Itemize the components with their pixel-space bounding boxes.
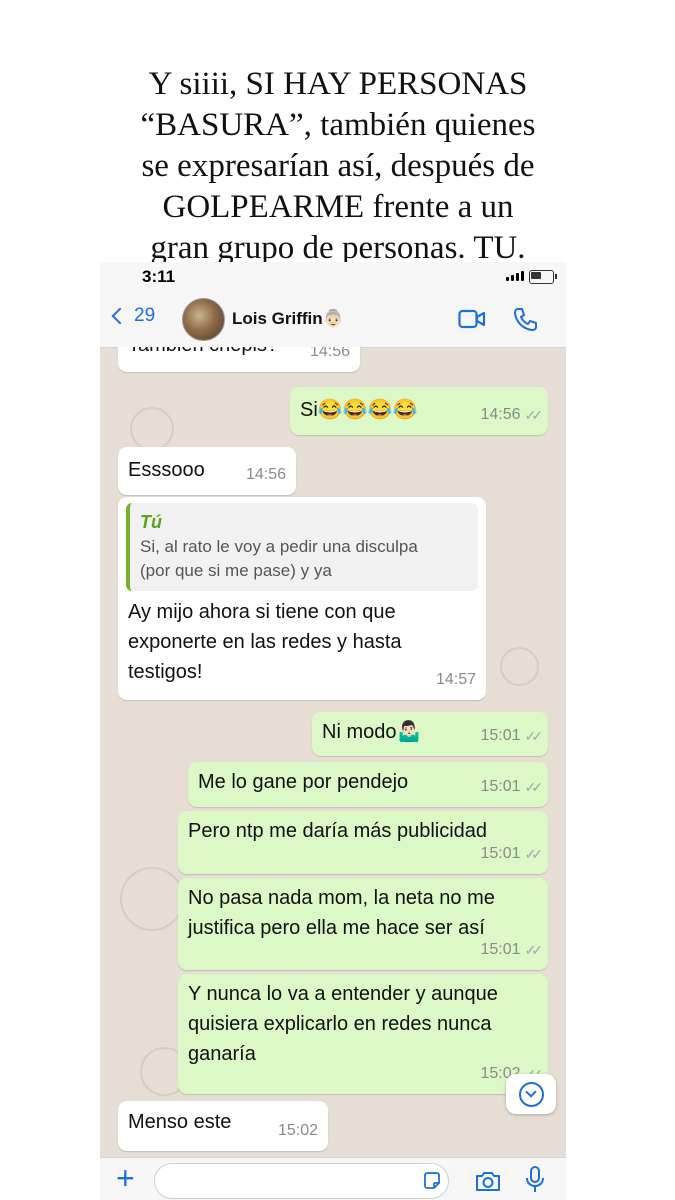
- message-time: 15:01: [480, 845, 521, 862]
- message-line: Y nunca lo va a entender y aunque: [188, 983, 498, 1005]
- compose-bar: +: [100, 1157, 566, 1200]
- caption-line: se expresarían así, después de: [141, 148, 535, 184]
- scroll-down-icon: [519, 1082, 544, 1107]
- signal-icon: [506, 271, 524, 281]
- message-time: 14:56: [309, 347, 350, 360]
- message-line: quisiera explicarlo en redes nunca: [188, 1013, 492, 1035]
- story-caption: Y siiii, SI HAY PERSONAS “BASURA”, tambi…: [110, 62, 566, 267]
- incoming-message[interactable]: Menso este 15:02: [118, 1101, 328, 1151]
- message-meta: 15:01 ✓✓: [480, 839, 544, 869]
- message-text: También chepis?: [128, 347, 278, 356]
- caption-line: GOLPEARME frente a un: [162, 189, 514, 225]
- message-meta: 15:01 ✓✓: [480, 772, 544, 802]
- scroll-to-bottom-button[interactable]: [506, 1074, 556, 1114]
- message-time: 15:01: [480, 727, 521, 744]
- video-call-icon[interactable]: [458, 309, 486, 329]
- outgoing-message[interactable]: Me lo gane por pendejo 15:01 ✓✓: [188, 762, 548, 807]
- status-bar: 3:11: [100, 262, 566, 292]
- message-text: Si😂😂😂😂: [300, 399, 418, 421]
- phone-call-icon[interactable]: [512, 306, 538, 332]
- message-text: Ni modo🤷🏻‍♂️: [322, 721, 422, 743]
- read-ticks-icon: ✓✓: [524, 942, 544, 958]
- outgoing-message[interactable]: Y nunca lo va a entender y aunque quisie…: [178, 974, 548, 1094]
- message-meta: 14:56 ✓✓: [480, 400, 544, 430]
- message-list[interactable]: También chepis? 14:56 Si😂😂😂😂 14:56✓✓ Ess…: [100, 347, 566, 1157]
- message-time: 15:02: [277, 1122, 318, 1139]
- incoming-message[interactable]: También chepis? 14:56: [118, 347, 360, 372]
- quote-text: (por que si me pase) y ya: [140, 561, 332, 580]
- message-text: Me lo gane por pendejo: [198, 771, 409, 793]
- incoming-message[interactable]: Esssooo 14:56: [118, 447, 296, 495]
- camera-icon[interactable]: [474, 1169, 502, 1193]
- quoted-message[interactable]: Tú Si, al rato le voy a pedir una discul…: [126, 503, 478, 591]
- message-time: 14:57: [435, 671, 476, 688]
- contact-name[interactable]: Lois Griffin👵🏻: [232, 309, 344, 329]
- back-button[interactable]: 29: [111, 305, 156, 327]
- wallpaper-doodle: [120, 867, 184, 931]
- message-meta: 15:01 ✓✓: [480, 935, 544, 965]
- message-line: Ay mijo ahora si tiene con que: [128, 601, 396, 623]
- quote-text: Si, al rato le voy a pedir una disculpa: [140, 537, 418, 556]
- wallpaper-doodle: [130, 407, 174, 451]
- caption-line: Y siiii, SI HAY PERSONAS: [148, 66, 528, 102]
- outgoing-message[interactable]: Pero ntp me daría más publicidad 15:01 ✓✓: [178, 811, 548, 874]
- unread-count: 29: [134, 305, 156, 326]
- wallpaper-doodle: [500, 647, 539, 686]
- read-ticks-icon: ✓✓: [524, 846, 544, 862]
- battery-icon: [529, 270, 557, 284]
- message-time: 15:01: [480, 941, 521, 958]
- sticker-icon[interactable]: [422, 1171, 442, 1191]
- message-input[interactable]: [154, 1163, 449, 1199]
- caption-line: “BASURA”, también quienes: [140, 107, 536, 143]
- message-text: Ay mijo ahora si tiene con que exponerte…: [126, 597, 478, 687]
- message-line: No pasa nada mom, la neta no me: [188, 887, 495, 909]
- message-time: 14:56: [480, 406, 521, 423]
- message-meta: 15:01 ✓✓: [480, 721, 544, 751]
- outgoing-message[interactable]: Si😂😂😂😂 14:56 ✓✓: [290, 387, 548, 435]
- message-time: 14:56: [245, 466, 286, 483]
- outgoing-message[interactable]: Ni modo🤷🏻‍♂️ 15:01 ✓✓: [312, 712, 548, 756]
- quote-author: Tú: [140, 512, 162, 532]
- message-line: testigos!: [128, 661, 203, 683]
- message-text: Menso este: [128, 1111, 232, 1133]
- read-ticks-icon: ✓✓: [524, 728, 544, 744]
- microphone-icon[interactable]: [524, 1165, 546, 1195]
- plus-icon[interactable]: +: [116, 1160, 135, 1196]
- back-chevron-icon: [111, 307, 129, 325]
- message-text: Esssooo: [128, 459, 205, 481]
- whatsapp-screenshot: 3:11 29 Lois Griffin👵🏻 También chepis? 1…: [100, 262, 566, 1200]
- outgoing-message[interactable]: No pasa nada mom, la neta no me justific…: [178, 878, 548, 970]
- message-time: 15:01: [480, 778, 521, 795]
- read-ticks-icon: ✓✓: [524, 779, 544, 795]
- read-ticks-icon: ✓✓: [524, 407, 544, 423]
- chat-header: 29 Lois Griffin👵🏻: [100, 292, 566, 348]
- message-text: Pero ntp me daría más publicidad: [188, 820, 488, 842]
- message-line: exponerte en las redes y hasta: [128, 631, 402, 653]
- status-time: 3:11: [142, 267, 176, 286]
- incoming-reply-message[interactable]: Tú Si, al rato le voy a pedir una discul…: [118, 497, 486, 700]
- contact-avatar[interactable]: [182, 298, 225, 341]
